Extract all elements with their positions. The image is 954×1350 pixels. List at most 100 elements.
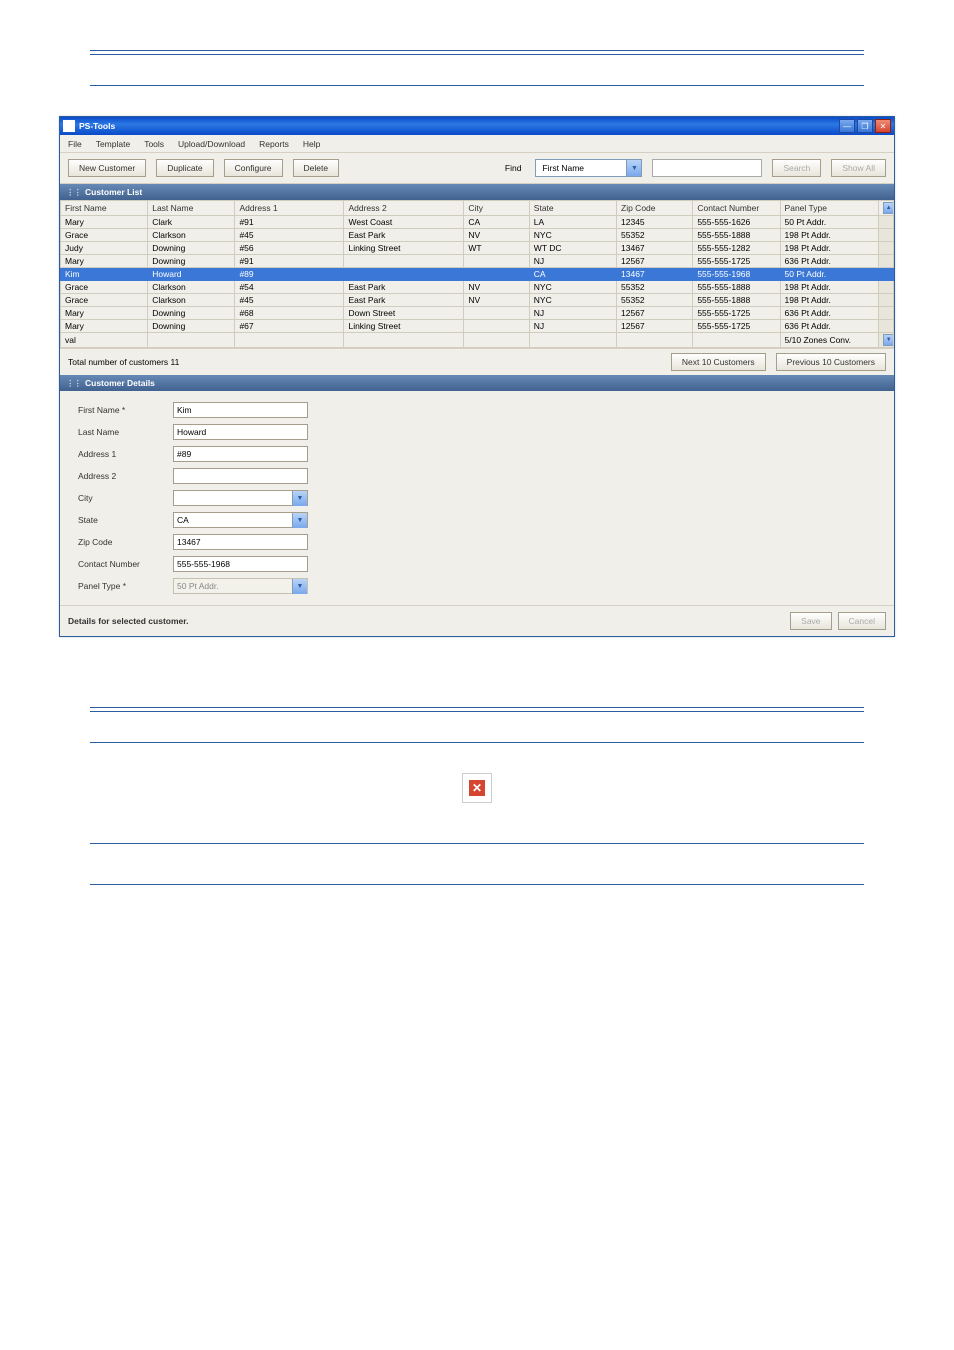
table-cell: NV — [464, 229, 529, 242]
customer-table-wrap: First Name Last Name Address 1 Address 2… — [60, 200, 894, 348]
find-field-combo[interactable]: First Name ▼ — [535, 159, 642, 177]
col-panel-type[interactable]: Panel Type — [780, 201, 878, 216]
table-cell: #45 — [235, 294, 344, 307]
find-input[interactable] — [652, 159, 762, 177]
table-row[interactable]: val5/10 Zones Conv.▼ — [61, 333, 894, 348]
rule-bottom-1 — [90, 843, 864, 844]
new-customer-button[interactable]: New Customer — [68, 159, 146, 177]
table-cell: Mary — [61, 216, 148, 229]
close-button[interactable]: ✕ — [875, 119, 891, 133]
scroll-down-icon[interactable]: ▼ — [883, 334, 894, 346]
address1-field[interactable]: #89 — [173, 446, 308, 462]
table-cell: 555-555-1888 — [693, 281, 780, 294]
table-cell: LA — [529, 216, 616, 229]
next-customers-button[interactable]: Next 10 Customers — [671, 353, 766, 371]
table-row[interactable]: GraceClarkson#45East ParkNVNYC55352555-5… — [61, 294, 894, 307]
scroll-up-icon[interactable]: ▲ — [883, 202, 894, 214]
table-cell: East Park — [344, 294, 464, 307]
grip-icon: ⋮⋮ — [66, 187, 81, 198]
cancel-button[interactable]: Cancel — [838, 612, 886, 630]
maximize-button[interactable]: ❐ — [857, 119, 873, 133]
table-row[interactable]: KimHoward#89CA13467555-555-196850 Pt Add… — [61, 268, 894, 281]
table-cell: val — [61, 333, 148, 348]
save-button[interactable]: Save — [790, 612, 831, 630]
table-row[interactable]: MaryDowning#67Linking StreetNJ12567555-5… — [61, 320, 894, 333]
state-label: State — [78, 515, 173, 525]
table-row[interactable]: JudyDowning#56Linking StreetWTWT DC13467… — [61, 242, 894, 255]
app-icon — [63, 120, 75, 132]
menu-reports[interactable]: Reports — [259, 139, 289, 149]
contact-field[interactable]: 555-555-1968 — [173, 556, 308, 572]
rule-mid-single — [90, 742, 864, 743]
menu-file[interactable]: File — [68, 139, 82, 149]
delete-button[interactable]: Delete — [293, 159, 340, 177]
table-cell: WT — [464, 242, 529, 255]
col-address-1[interactable]: Address 1 — [235, 201, 344, 216]
table-cell: 198 Pt Addr. — [780, 242, 878, 255]
menu-help[interactable]: Help — [303, 139, 320, 149]
table-cell — [148, 333, 235, 348]
show-all-button[interactable]: Show All — [831, 159, 886, 177]
table-row[interactable]: GraceClarkson#54East ParkNVNYC55352555-5… — [61, 281, 894, 294]
table-cell: 55352 — [617, 294, 693, 307]
table-cell: Mary — [61, 320, 148, 333]
menu-tools[interactable]: Tools — [144, 139, 164, 149]
address2-field[interactable] — [173, 468, 308, 484]
table-cell: 50 Pt Addr. — [780, 268, 878, 281]
table-row[interactable]: MaryDowning#68Down StreetNJ12567555-555-… — [61, 307, 894, 320]
scrollbar-header: ▲ — [878, 201, 893, 216]
state-combo[interactable]: CA▼ — [173, 512, 308, 528]
col-first-name[interactable]: First Name — [61, 201, 148, 216]
table-cell: Down Street — [344, 307, 464, 320]
table-cell: Downing — [148, 320, 235, 333]
table-row[interactable]: MaryClark#91West CoastCALA12345555-555-1… — [61, 216, 894, 229]
table-cell: #54 — [235, 281, 344, 294]
first-name-field[interactable]: Kim — [173, 402, 308, 418]
col-state[interactable]: State — [529, 201, 616, 216]
table-cell: #89 — [235, 268, 344, 281]
table-cell: 555-555-1626 — [693, 216, 780, 229]
table-cell: Kim — [61, 268, 148, 281]
table-row[interactable]: MaryDowning#91NJ12567555-555-1725636 Pt … — [61, 255, 894, 268]
rule-top-double — [90, 50, 864, 55]
table-cell: West Coast — [344, 216, 464, 229]
last-name-field[interactable]: Howard — [173, 424, 308, 440]
table-row[interactable]: GraceClarkson#45East ParkNVNYC55352555-5… — [61, 229, 894, 242]
window-buttons: — ❐ ✕ — [839, 119, 891, 133]
table-cell — [464, 307, 529, 320]
table-cell: CA — [529, 268, 616, 281]
col-zip[interactable]: Zip Code — [617, 201, 693, 216]
table-cell: 12567 — [617, 320, 693, 333]
col-last-name[interactable]: Last Name — [148, 201, 235, 216]
zip-field[interactable]: 13467 — [173, 534, 308, 550]
panel-type-combo: 50 Pt Addr.▼ — [173, 578, 308, 594]
previous-customers-button[interactable]: Previous 10 Customers — [776, 353, 886, 371]
duplicate-button[interactable]: Duplicate — [156, 159, 213, 177]
menu-template[interactable]: Template — [96, 139, 131, 149]
col-city[interactable]: City — [464, 201, 529, 216]
scrollbar-cell — [878, 242, 893, 255]
table-cell: Linking Street — [344, 320, 464, 333]
find-label: Find — [505, 163, 522, 173]
contact-label: Contact Number — [78, 559, 173, 569]
chevron-down-icon: ▼ — [292, 513, 307, 528]
customer-table: First Name Last Name Address 1 Address 2… — [60, 200, 894, 348]
table-cell: 198 Pt Addr. — [780, 229, 878, 242]
minimize-button[interactable]: — — [839, 119, 855, 133]
rule-bottom-2 — [90, 884, 864, 885]
document-page: PS-Tools — ❐ ✕ File Template Tools Uploa… — [0, 50, 954, 885]
col-address-2[interactable]: Address 2 — [344, 201, 464, 216]
scrollbar-cell — [878, 216, 893, 229]
city-combo[interactable]: ▼ — [173, 490, 308, 506]
scrollbar-cell — [878, 268, 893, 281]
table-cell: Downing — [148, 255, 235, 268]
table-cell: 555-555-1725 — [693, 307, 780, 320]
configure-button[interactable]: Configure — [224, 159, 283, 177]
table-cell: CA — [464, 216, 529, 229]
table-cell: #91 — [235, 255, 344, 268]
table-cell: NV — [464, 294, 529, 307]
table-cell: 198 Pt Addr. — [780, 281, 878, 294]
search-button[interactable]: Search — [772, 159, 821, 177]
menu-upload-download[interactable]: Upload/Download — [178, 139, 245, 149]
col-contact[interactable]: Contact Number — [693, 201, 780, 216]
